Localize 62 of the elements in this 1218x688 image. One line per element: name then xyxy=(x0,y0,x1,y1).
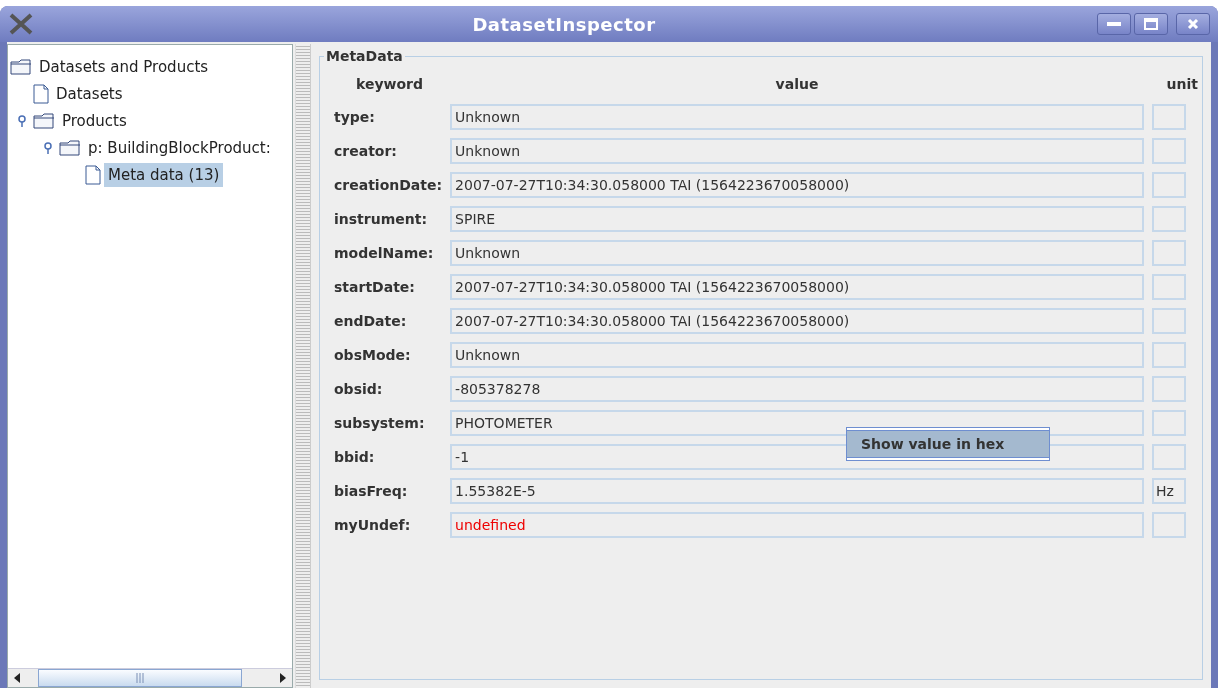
value-field[interactable]: -805378278 xyxy=(450,376,1144,402)
unit-field[interactable] xyxy=(1152,274,1186,300)
value-field[interactable]: 1.55382E-5 xyxy=(450,478,1144,504)
unit-field[interactable] xyxy=(1152,512,1186,538)
keyword-label: bbid: xyxy=(334,448,376,467)
unit-field[interactable] xyxy=(1152,206,1186,232)
unit-field[interactable]: Hz xyxy=(1152,478,1186,504)
tree-item[interactable]: Datasets and Products xyxy=(35,54,213,79)
panel-title: MetaData xyxy=(325,48,404,64)
tree-item[interactable]: Datasets xyxy=(52,81,127,106)
folder-icon xyxy=(33,112,55,129)
close-button[interactable] xyxy=(1176,13,1210,35)
splitter-handle[interactable] xyxy=(295,44,311,688)
tree-item[interactable]: Meta data (13) xyxy=(104,162,224,187)
value-field[interactable]: Unknown xyxy=(450,240,1144,266)
unit-field[interactable] xyxy=(1152,444,1186,470)
unit-field[interactable] xyxy=(1152,240,1186,266)
folder-icon xyxy=(10,58,32,75)
folder-icon xyxy=(59,139,81,156)
unit-field[interactable] xyxy=(1152,172,1186,198)
value-field[interactable]: undefined xyxy=(450,512,1144,538)
keyword-label: subsystem: xyxy=(334,414,426,433)
keyword-label: obsMode: xyxy=(334,346,412,365)
tree-item[interactable]: p: BuildingBlockProduct: xyxy=(84,135,275,160)
value-field[interactable]: 2007-07-27T10:34:30.058000 TAI (1564223670058000) xyxy=(450,308,1144,334)
keyword-label: myUndef: xyxy=(334,516,412,535)
unit-field[interactable] xyxy=(1152,410,1186,436)
menu-item[interactable]: Show value in hex xyxy=(847,430,1049,458)
value-field[interactable]: Unknown xyxy=(450,342,1144,368)
keyword-label: instrument: xyxy=(334,210,428,229)
column-header: keyword xyxy=(355,76,425,94)
value-field[interactable]: 2007-07-27T10:34:30.058000 TAI (1564223670058000) xyxy=(450,274,1144,300)
close-icon xyxy=(1187,19,1199,29)
unit-field[interactable] xyxy=(1152,376,1186,402)
document-icon xyxy=(33,83,49,104)
keyword-label: creator: xyxy=(334,142,398,161)
maximize-icon xyxy=(1144,18,1158,30)
unit-field[interactable] xyxy=(1152,138,1186,164)
document-icon xyxy=(85,164,101,185)
unit-field[interactable] xyxy=(1152,308,1186,334)
unit-field[interactable] xyxy=(1152,342,1186,368)
scrollbar-thumb[interactable] xyxy=(38,669,242,687)
keyword-label: biasFreq: xyxy=(334,482,409,501)
keyword-label: obsid: xyxy=(334,380,384,399)
minimize-button[interactable] xyxy=(1097,13,1131,35)
keyword-label: startDate: xyxy=(334,278,416,297)
maximize-button[interactable] xyxy=(1134,13,1168,35)
column-header: unit xyxy=(1165,76,1198,94)
app-icon xyxy=(8,13,34,35)
value-field[interactable]: Unknown xyxy=(450,104,1144,130)
column-header: value xyxy=(774,76,820,94)
minimize-icon xyxy=(1107,22,1121,26)
keyword-label: modelName: xyxy=(334,244,435,263)
value-field[interactable]: SPIRE xyxy=(450,206,1144,232)
window-title: DatasetInspector xyxy=(471,13,657,35)
unit-field[interactable] xyxy=(1152,104,1186,130)
keyword-label: creationDate: xyxy=(334,176,443,195)
keyword-label: endDate: xyxy=(334,312,408,331)
value-field[interactable]: Unknown xyxy=(450,138,1144,164)
value-field[interactable]: 2007-07-27T10:34:30.058000 TAI (1564223670058000) xyxy=(450,172,1144,198)
keyword-label: type: xyxy=(334,108,376,127)
tree-item[interactable]: Products xyxy=(58,108,131,133)
